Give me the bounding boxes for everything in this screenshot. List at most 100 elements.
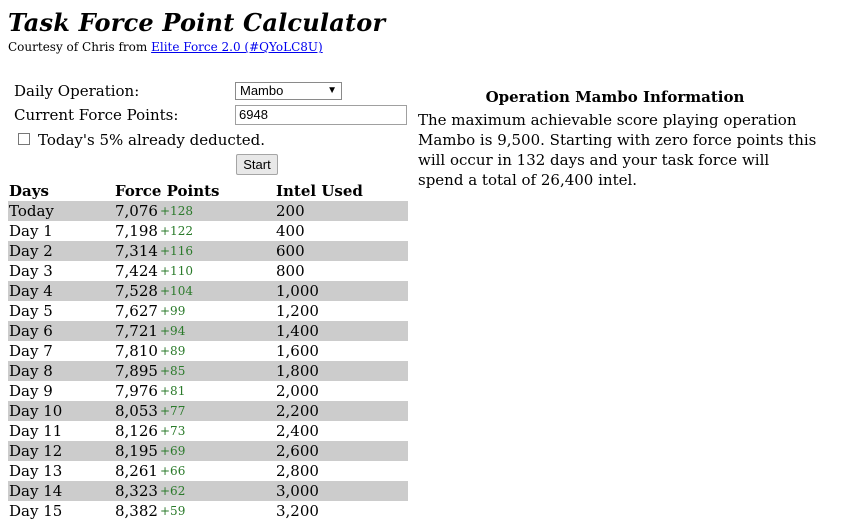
row-force-points: 7,810	[115, 342, 158, 360]
row-delta: +104	[160, 284, 193, 298]
row-intel-used: 400	[276, 222, 305, 240]
row-day: Day 4	[9, 282, 53, 300]
row-delta: +81	[160, 384, 186, 398]
row-intel-used: 3,200	[276, 502, 319, 520]
row-force-points: 8,323	[115, 482, 158, 500]
row-intel-used: 3,000	[276, 482, 319, 500]
row-delta: +73	[160, 424, 186, 438]
row-force-points: 8,126	[115, 422, 158, 440]
table-row: Day 5 7,627 +99 1,200	[8, 301, 408, 321]
row-force-points: 7,076	[115, 202, 158, 220]
row-day: Day 14	[9, 482, 63, 500]
row-force-points: 7,528	[115, 282, 158, 300]
row-delta: +59	[160, 504, 186, 518]
row-delta: +99	[160, 304, 186, 318]
row-intel-used: 2,800	[276, 462, 319, 480]
row-force-points: 7,895	[115, 362, 158, 380]
courtesy-line: Courtesy of Chris from Elite Force 2.0 (…	[8, 40, 323, 54]
table-row: Day 15 8,382 +59 3,200	[8, 501, 408, 521]
row-intel-used: 2,000	[276, 382, 319, 400]
row-delta: +94	[160, 324, 186, 338]
header-force-points: Force Points	[115, 182, 220, 200]
table-row: Today 7,076 +128 200	[8, 201, 408, 221]
row-day: Day 11	[9, 422, 63, 440]
row-force-points: 8,195	[115, 442, 158, 460]
row-delta: +69	[160, 444, 186, 458]
row-force-points: 7,198	[115, 222, 158, 240]
courtesy-prefix: Courtesy of Chris from	[8, 40, 152, 54]
table-row: Day 8 7,895 +85 1,800	[8, 361, 408, 381]
row-delta: +116	[160, 244, 193, 258]
row-delta: +122	[160, 224, 193, 238]
row-day: Day 5	[9, 302, 53, 320]
info-text: The maximum achievable score playing ope…	[418, 111, 817, 189]
row-day: Day 2	[9, 242, 53, 260]
table-row: Day 11 8,126 +73 2,400	[8, 421, 408, 441]
row-delta: +66	[160, 464, 186, 478]
row-force-points: 7,976	[115, 382, 158, 400]
header-intel-used: Intel Used	[276, 182, 363, 200]
row-day: Day 3	[9, 262, 53, 280]
row-intel-used: 1,800	[276, 362, 319, 380]
row-intel-used: 1,200	[276, 302, 319, 320]
row-day: Day 10	[9, 402, 63, 420]
elite-force-link[interactable]: Elite Force 2.0 (#QYoLC8U)	[151, 40, 323, 54]
row-intel-used: 1,600	[276, 342, 319, 360]
table-row: Day 1 7,198 +122 400	[8, 221, 408, 241]
table-row: Day 10 8,053 +77 2,200	[8, 401, 408, 421]
results-table: Days Force Points Intel Used Today 7,076 +…	[8, 181, 408, 521]
daily-operation-label: Daily Operation:	[14, 82, 140, 100]
row-day: Day 13	[9, 462, 63, 480]
table-row: Day 12 8,195 +69 2,600	[8, 441, 408, 461]
row-intel-used: 2,600	[276, 442, 319, 460]
daily-operation-value: Mambo	[240, 83, 284, 98]
page-title: Task Force Point Calculator	[8, 8, 386, 37]
table-header: Days Force Points Intel Used	[8, 181, 408, 201]
row-force-points: 7,424	[115, 262, 158, 280]
row-force-points: 7,314	[115, 242, 158, 260]
row-intel-used: 1,400	[276, 322, 319, 340]
table-row: Day 14 8,323 +62 3,000	[8, 481, 408, 501]
deducted-checkbox[interactable]	[18, 133, 30, 145]
row-day: Day 15	[9, 502, 63, 520]
start-button[interactable]: Start	[236, 154, 278, 175]
header-days: Days	[9, 182, 49, 200]
row-delta: +85	[160, 364, 186, 378]
table-row: Day 13 8,261 +66 2,800	[8, 461, 408, 481]
table-row: Day 6 7,721 +94 1,400	[8, 321, 408, 341]
row-day: Day 9	[9, 382, 53, 400]
row-delta: +89	[160, 344, 186, 358]
force-points-label: Current Force Points:	[14, 106, 179, 124]
table-row: Day 2 7,314 +116 600	[8, 241, 408, 261]
row-delta: +110	[160, 264, 193, 278]
row-intel-used: 600	[276, 242, 305, 260]
row-intel-used: 200	[276, 202, 305, 220]
row-force-points: 7,721	[115, 322, 158, 340]
info-heading: Operation Mambo Information	[485, 88, 745, 106]
table-row: Day 9 7,976 +81 2,000	[8, 381, 408, 401]
force-points-input[interactable]: 6948	[235, 105, 407, 125]
row-day: Day 8	[9, 362, 53, 380]
row-force-points: 8,053	[115, 402, 158, 420]
table-row: Day 4 7,528 +104 1,000	[8, 281, 408, 301]
row-day: Day 7	[9, 342, 53, 360]
row-day: Today	[9, 202, 54, 220]
row-force-points: 8,261	[115, 462, 158, 480]
row-intel-used: 1,000	[276, 282, 319, 300]
row-intel-used: 2,400	[276, 422, 319, 440]
table-row: Day 7 7,810 +89 1,600	[8, 341, 408, 361]
row-delta: +128	[160, 204, 193, 218]
row-force-points: 8,382	[115, 502, 158, 520]
row-delta: +62	[160, 484, 186, 498]
table-row: Day 3 7,424 +110 800	[8, 261, 408, 281]
deducted-label: Today's 5% already deducted.	[38, 131, 266, 149]
row-day: Day 1	[9, 222, 53, 240]
daily-operation-select[interactable]: Mambo ▼	[235, 82, 342, 100]
row-day: Day 12	[9, 442, 63, 460]
row-force-points: 7,627	[115, 302, 158, 320]
row-day: Day 6	[9, 322, 53, 340]
chevron-down-icon: ▼	[327, 85, 337, 96]
row-delta: +77	[160, 404, 186, 418]
row-intel-used: 800	[276, 262, 305, 280]
row-intel-used: 2,200	[276, 402, 319, 420]
